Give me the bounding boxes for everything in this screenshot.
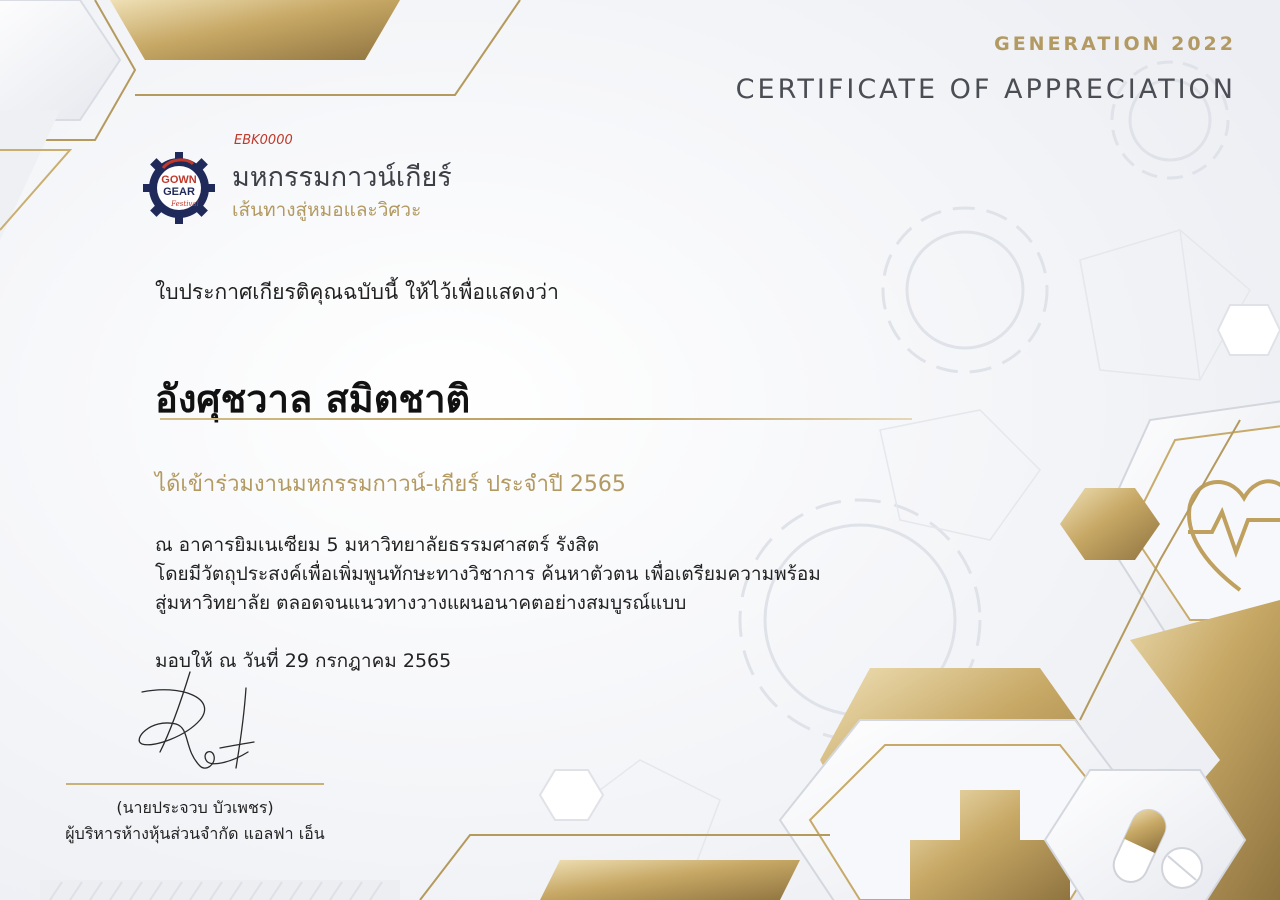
body-line-purpose: โดยมีวัตถุประสงค์เพื่อเพิ่มพูนทักษะทางวิ… <box>155 563 821 585</box>
name-underline <box>160 418 912 420</box>
signature <box>138 671 255 769</box>
signatory-name: (นายประจวบ บัวเพชร) <box>116 798 274 817</box>
gown-gear-logo: GOWN GEAR Festival <box>143 152 215 224</box>
body-line-purpose-cont: สู่มหาวิทยาลัย ตลอดจนแนวทางวางแผนอนาคตอย… <box>155 592 687 614</box>
signature-line <box>66 783 324 785</box>
logo-text-gown: GOWN <box>161 174 196 186</box>
certificate-code: EBK0000 <box>234 133 293 148</box>
attendance-statement: ได้เข้าร่วมงานมหกรรมกาวน์-เกียร์ ประจำปี… <box>155 472 626 497</box>
logo-text-gear: GEAR <box>163 186 195 198</box>
certificate-intro: ใบประกาศเกียรติคุณฉบับนี้ ให้ไว้เพื่อแสด… <box>155 280 559 304</box>
organizer-tagline: เส้นทางสู่หมอและวิศวะ <box>232 199 422 221</box>
certificate-title: CERTIFICATE OF APPRECIATION <box>735 74 1236 105</box>
signatory-position: ผู้บริหารห้างหุ้นส่วนจำกัด แอลฟา เอ็น <box>65 824 325 843</box>
logo-text-festival: Festival <box>170 200 199 208</box>
pill-icon <box>1161 847 1203 889</box>
generation-label: GENERATION 2022 <box>994 33 1236 55</box>
organizer-name: มหกรรมกาวน์เกียร์ <box>232 162 452 193</box>
body-line-venue: ณ อาคารยิมเนเซียม 5 มหาวิทยาลัยธรรมศาสตร… <box>155 534 600 556</box>
